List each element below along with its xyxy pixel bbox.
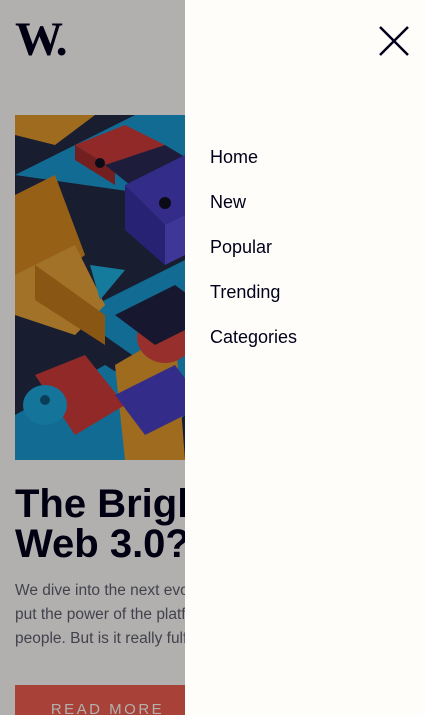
nav-item-new[interactable]: New xyxy=(210,188,297,233)
nav-item-home[interactable]: Home xyxy=(210,143,297,188)
nav-item-popular[interactable]: Popular xyxy=(210,233,297,278)
nav-item-categories[interactable]: Categories xyxy=(210,323,297,368)
nav-item-trending[interactable]: Trending xyxy=(210,278,297,323)
close-icon xyxy=(379,26,409,56)
nav-list: Home New Popular Trending Categories xyxy=(210,143,297,368)
close-menu-button[interactable] xyxy=(378,25,410,57)
side-menu: Home New Popular Trending Categories xyxy=(185,0,425,715)
page: W. The Bright Web 3.0? We dive into the … xyxy=(0,0,425,715)
